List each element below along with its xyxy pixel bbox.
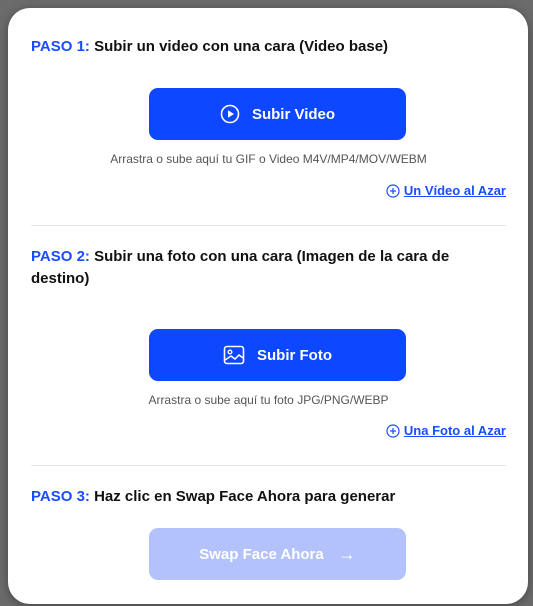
step-2-text: Subir una foto con una cara (Imagen de l… (31, 248, 450, 287)
divider (31, 465, 506, 466)
step-1-title: PASO 1: Subir un video con una cara (Vid… (31, 36, 506, 58)
swap-face-label: Swap Face Ahora (199, 545, 324, 563)
step-2-title: PASO 2: Subir una foto con una cara (Ima… (31, 246, 506, 290)
step-3-text: Haz clic en Swap Face Ahora para generar (89, 488, 396, 505)
step-3-title: PASO 3: Haz clic en Swap Face Ahora para… (31, 486, 506, 508)
photo-upload-hint: Arrastra o sube aquí tu foto JPG/PNG/WEB… (148, 393, 389, 407)
random-photo-link[interactable]: Una Foto al Azar (386, 423, 506, 438)
step-2-number: PASO 2: (31, 248, 90, 265)
divider (31, 225, 506, 226)
video-upload-hint: Arrastra o sube aquí tu GIF o Video M4V/… (110, 152, 427, 166)
plus-circle-icon (386, 183, 400, 198)
step-1-text: Subir un video con una cara (Video base) (89, 38, 389, 55)
random-video-link[interactable]: Un Vídeo al Azar (386, 183, 506, 198)
random-video-label: Un Vídeo al Azar (403, 183, 506, 198)
play-circle-icon (220, 104, 240, 124)
plus-circle-icon (386, 423, 400, 438)
step-2-section: PASO 2: Subir una foto con una cara (Ima… (31, 246, 506, 456)
random-photo-label: Una Foto al Azar (403, 423, 506, 438)
upload-video-button[interactable]: Subir Video (149, 88, 406, 140)
face-swap-panel: PASO 1: Subir un video con una cara (Vid… (8, 8, 528, 604)
swap-face-button[interactable]: Swap Face Ahora → (149, 528, 406, 580)
image-icon (223, 345, 245, 365)
step-1-section: PASO 1: Subir un video con una cara (Vid… (31, 36, 506, 216)
upload-photo-button[interactable]: Subir Foto (149, 329, 406, 381)
step-3-number: PASO 3: (31, 488, 90, 505)
arrow-right-icon: → (337, 543, 356, 564)
upload-video-label: Subir Video (251, 105, 336, 123)
step-1-number: PASO 1: (31, 38, 90, 55)
step-3-section: PASO 3: Haz clic en Swap Face Ahora para… (31, 486, 506, 596)
upload-photo-label: Subir Foto (257, 346, 332, 364)
